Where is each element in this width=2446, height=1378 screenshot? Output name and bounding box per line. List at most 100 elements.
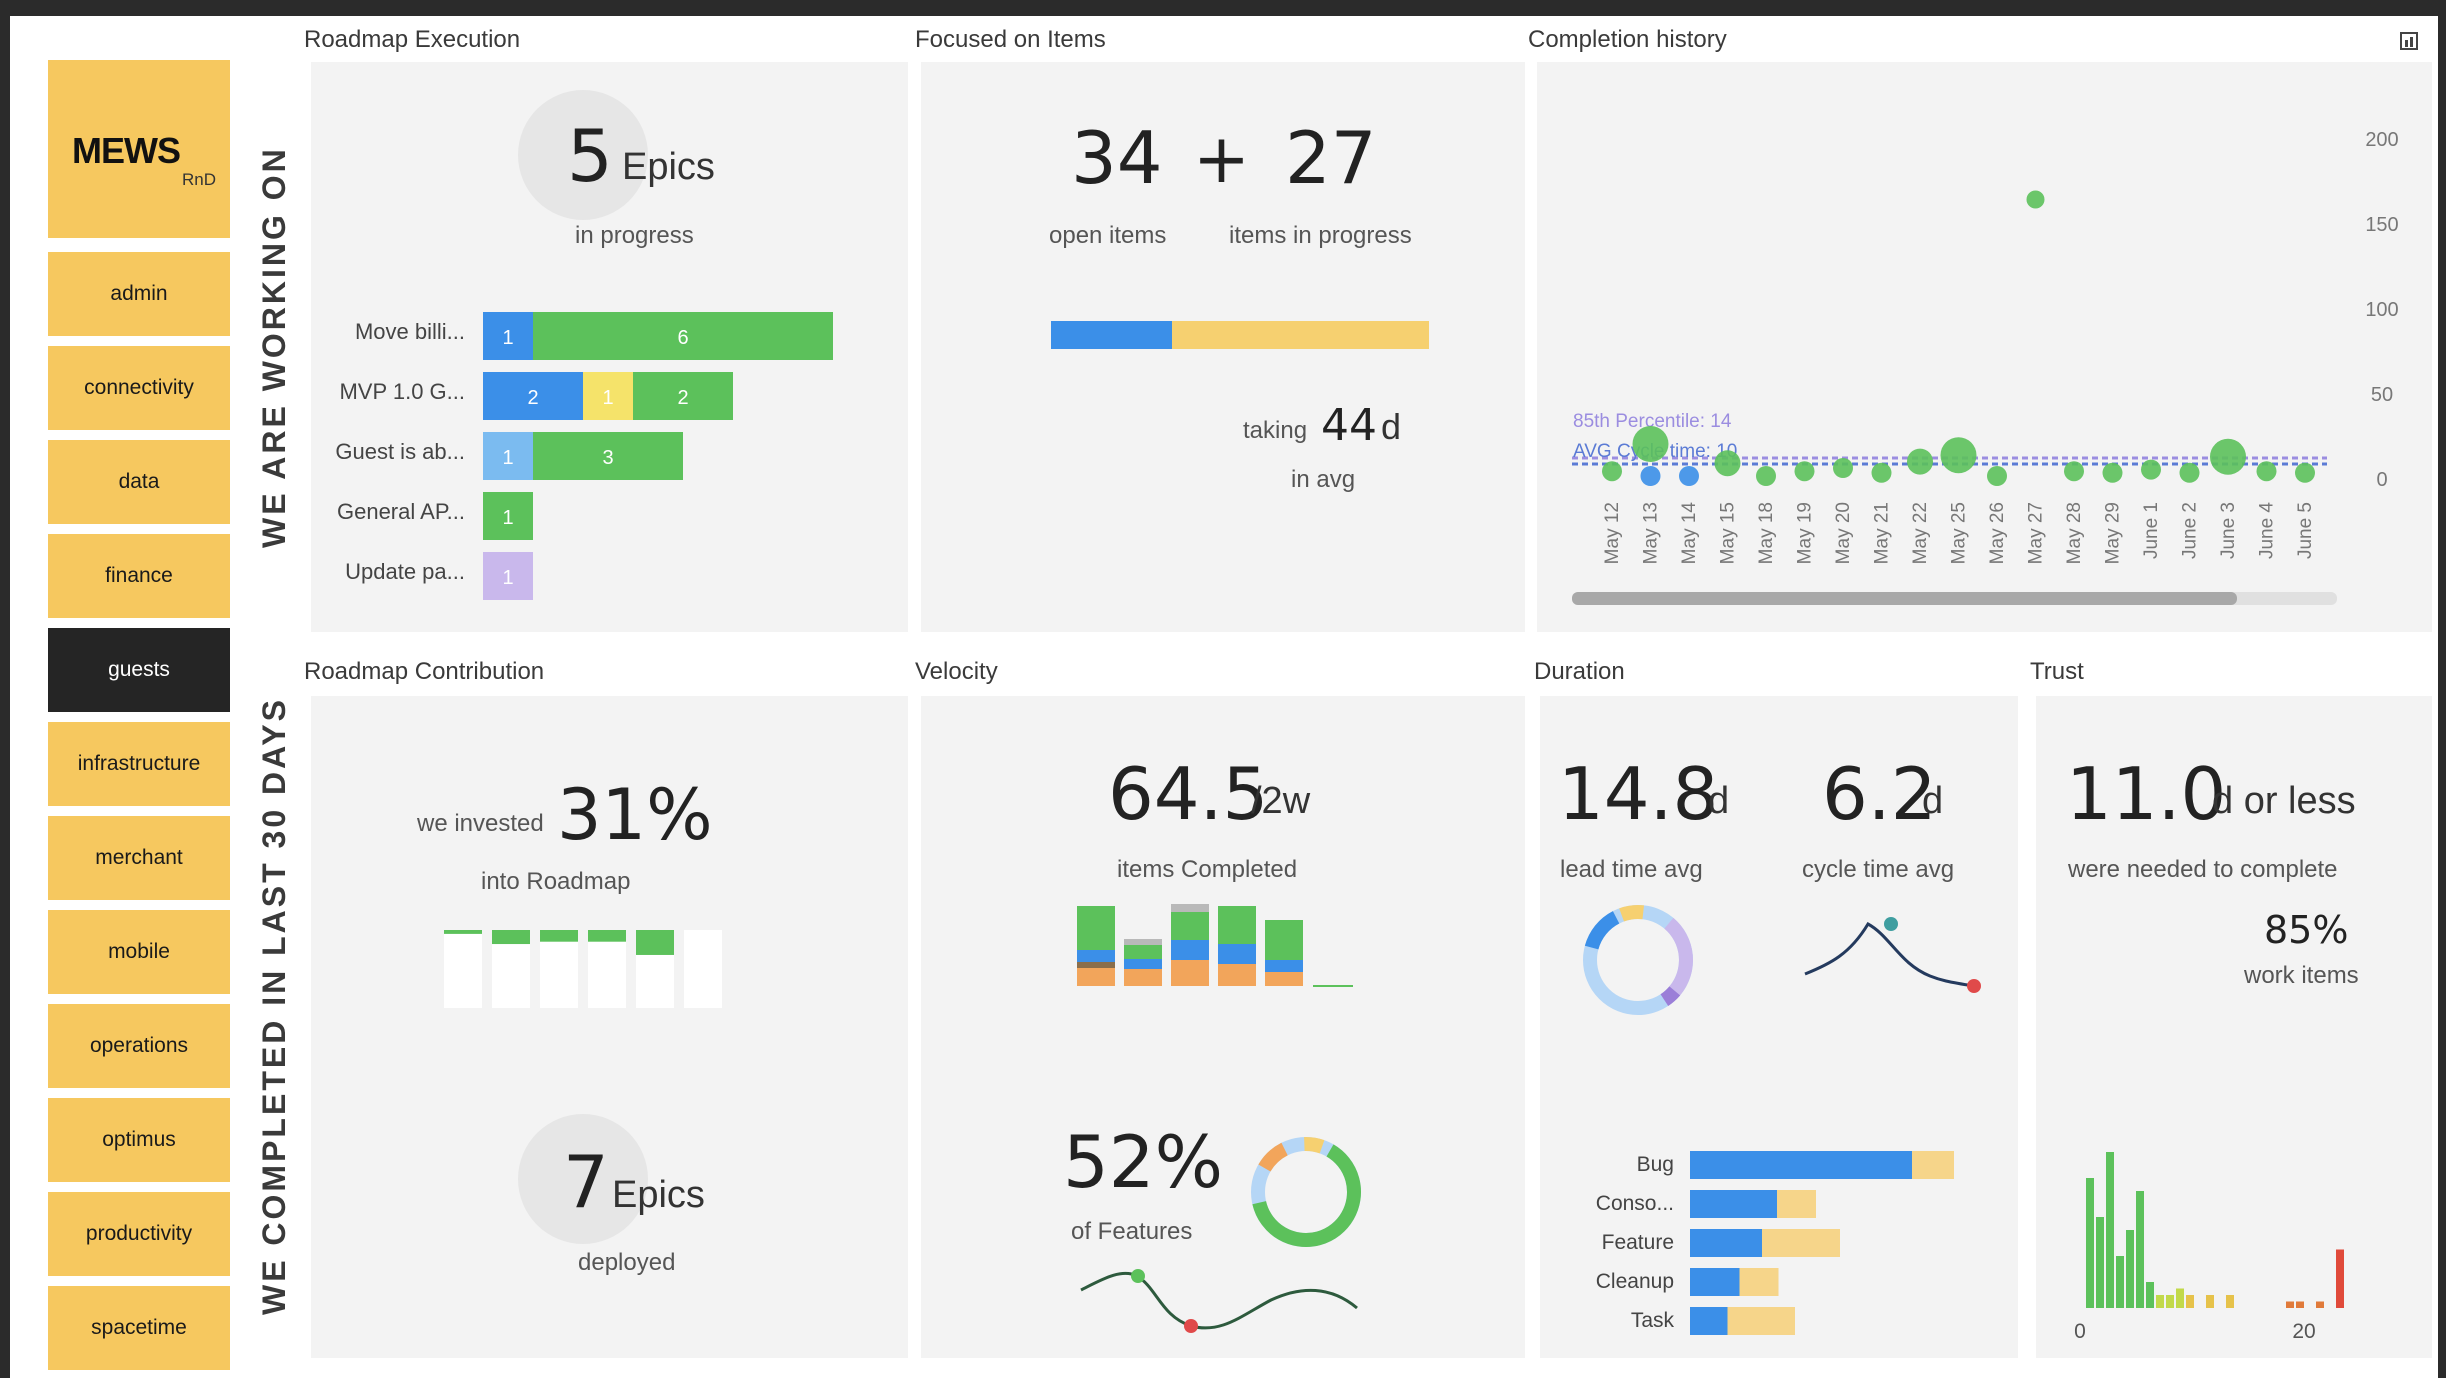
chart-focus-icon[interactable]: [2400, 32, 2418, 50]
sidebar-item-optimus[interactable]: optimus: [48, 1098, 230, 1182]
completion-history-title: Completion history: [1528, 26, 1727, 53]
epic-label: Update pa...: [345, 559, 465, 584]
duration-bar: [1739, 1268, 1779, 1296]
sidebar-item-data[interactable]: data: [48, 440, 230, 524]
sidebar-item-admin[interactable]: admin: [48, 252, 230, 336]
duration-category: Bug: [1637, 1153, 1674, 1176]
epic-segment-value: 2: [527, 387, 538, 409]
focused-card: 34 + 27 open items items in progress tak…: [921, 62, 1525, 632]
epic-segment-value: 1: [502, 507, 513, 529]
features-percent: 52%: [1063, 1120, 1224, 1204]
duration-charts: Bug Conso... Feature Cleanup Task: [1583, 905, 1981, 1335]
trust-histogram-bar: [2176, 1288, 2184, 1308]
sidebar-item-infrastructure[interactable]: infrastructure: [48, 722, 230, 806]
trust-histogram-bar: [2286, 1301, 2294, 1308]
x-tick-label: June 2: [2180, 502, 2201, 559]
deployed-unit: Epics: [612, 1174, 705, 1216]
sidebar-item-spacetime[interactable]: spacetime: [48, 1286, 230, 1370]
trust-histogram-bar: [2136, 1191, 2144, 1308]
sidebar-item-finance[interactable]: finance: [48, 534, 230, 618]
x-tick-label: May 25: [1949, 502, 1970, 564]
contribution-bar-fill: [636, 930, 674, 955]
x-tick-label: May 28: [2064, 502, 2085, 564]
deployed-count: 7: [563, 1140, 609, 1224]
contribution-bar: [540, 930, 578, 1008]
sidebar-item-operations[interactable]: operations: [48, 1004, 230, 1088]
plus-sign: +: [1193, 120, 1250, 199]
y-tick-label: 150: [2365, 214, 2398, 236]
epic-segment-value: 1: [502, 567, 513, 589]
epic-segment-value: 1: [502, 327, 513, 349]
completion-point: [1833, 458, 1853, 478]
trust-histogram-bar: [2206, 1295, 2214, 1308]
duration-bar: [1727, 1307, 1795, 1335]
avg-days-unit: d: [1381, 406, 1402, 447]
completion-point: [2026, 190, 2045, 209]
duration-bar: [1912, 1151, 1954, 1179]
duration-category: Task: [1631, 1309, 1675, 1332]
duration-bar: [1762, 1229, 1840, 1257]
items-progress-bar: [1051, 321, 1429, 349]
duration-bar: [1777, 1190, 1816, 1218]
focused-title: Focused on Items: [915, 26, 1106, 53]
roadmap-contribution-title: Roadmap Contribution: [304, 658, 545, 685]
in-progress-count: 27: [1285, 116, 1377, 200]
chart-scrollbar-thumb[interactable]: [1572, 592, 2237, 605]
trust-histogram-bar: [2336, 1249, 2344, 1308]
epic-segment-value: 3: [602, 447, 613, 469]
x-tick-label: May 20: [1833, 502, 1854, 564]
x-tick-label: May 21: [1872, 502, 1893, 564]
open-items-fill: [1051, 321, 1172, 349]
sidebar-item-mobile[interactable]: mobile: [48, 910, 230, 994]
trust-histogram-bar: [2086, 1178, 2094, 1308]
window-right-edge: [2438, 16, 2446, 1378]
duration-bar: [1690, 1268, 1740, 1296]
completion-history-chart: 200150100500 85th Percentile: 14AVG Cycl…: [1572, 129, 2399, 605]
completion-point: [2210, 438, 2246, 475]
completion-point: [1987, 466, 2007, 486]
window-top-bar: [0, 0, 2446, 16]
trust-histogram-bar: [2316, 1301, 2324, 1308]
sidebar-item-connectivity[interactable]: connectivity: [48, 346, 230, 430]
x-tick-label: May 26: [1987, 502, 2008, 564]
trust-x-tick: 0: [2074, 1320, 2086, 1343]
open-items-label: open items: [1049, 222, 1167, 249]
completion-point: [2256, 461, 2277, 482]
velocity-stacked-bars: [1077, 904, 1353, 987]
cycle-trend-high-point: [1884, 917, 1898, 931]
contribution-bar: [684, 930, 722, 1008]
x-tick-label: June 5: [2295, 502, 2316, 559]
epic-segment-value: 1: [502, 447, 513, 469]
brand-logo-tile: MEWS RnD: [48, 60, 230, 238]
x-tick-label: May 12: [1602, 502, 1623, 564]
sidebar-item-merchant[interactable]: merchant: [48, 816, 230, 900]
completion-history-card: 200150100500 85th Percentile: 14AVG Cycl…: [1537, 62, 2432, 632]
duration-bar: [1690, 1151, 1912, 1179]
epic-segment-value: 6: [677, 327, 688, 349]
trust-card: 11.0 d or less were needed to complete 8…: [2036, 696, 2432, 1358]
trend-low-point: [1184, 1319, 1198, 1333]
sidebar-item-guests[interactable]: guests: [48, 628, 230, 712]
x-tick-label: May 19: [1795, 502, 1816, 564]
trust-histogram-bar: [2146, 1282, 2154, 1308]
cycle-trend-low-point: [1967, 979, 1981, 993]
sidebar-item-productivity[interactable]: productivity: [48, 1192, 230, 1276]
trust-histogram: 0 20: [2074, 1152, 2344, 1343]
y-tick-label: 100: [2365, 299, 2398, 321]
contribution-bar: [588, 930, 626, 1008]
completion-point: [1679, 466, 1699, 486]
completion-point: [1756, 466, 1776, 486]
roadmap-contribution-card: we invested 31% into Roadmap 7 Epics dep…: [311, 696, 908, 1358]
trust-histogram-bar: [2166, 1295, 2174, 1308]
trust-x-tick: 20: [2292, 1320, 2315, 1343]
trust-histogram-bar: [2226, 1295, 2234, 1308]
x-tick-label: May 22: [1910, 502, 1931, 564]
completion-point: [1940, 437, 1977, 474]
trust-title: Trust: [2030, 658, 2084, 685]
completion-point: [2102, 462, 2123, 483]
trust-histogram-bar: [2296, 1301, 2304, 1308]
trust-histogram-bar: [2096, 1217, 2104, 1308]
epic-label: Move billi...: [355, 319, 465, 344]
completion-point: [1602, 461, 1622, 482]
epic-label: MVP 1.0 G...: [339, 379, 465, 404]
